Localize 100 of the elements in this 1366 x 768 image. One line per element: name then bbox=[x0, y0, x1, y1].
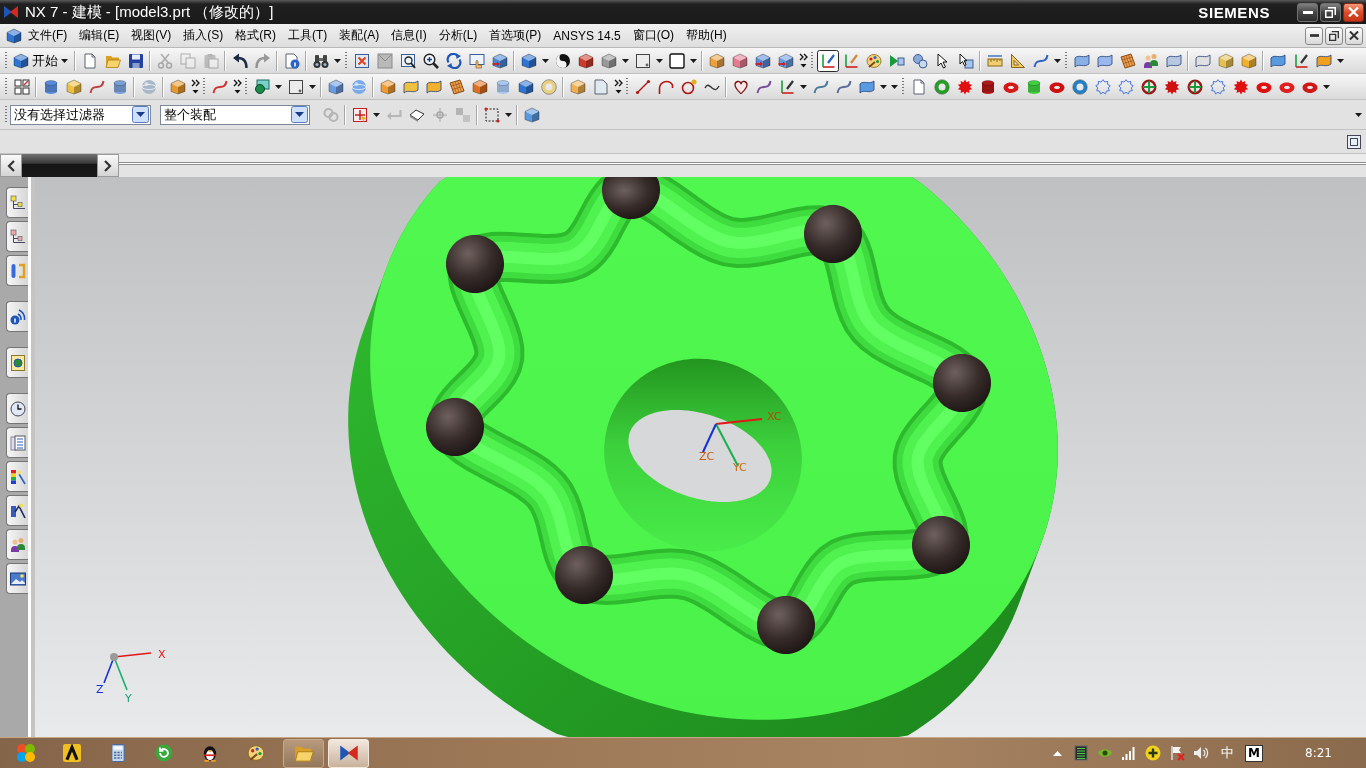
overflow-chevron-icon[interactable] bbox=[798, 53, 808, 68]
calculator-icon[interactable] bbox=[109, 744, 127, 762]
grid-tile-icon[interactable] bbox=[448, 78, 465, 95]
app-logo-icon[interactable] bbox=[338, 743, 359, 763]
flag-icon[interactable] bbox=[1169, 745, 1186, 761]
cube-icon[interactable] bbox=[327, 78, 344, 95]
cube-arrow-icon[interactable] bbox=[491, 52, 508, 69]
minimize-button[interactable] bbox=[1297, 2, 1318, 22]
surface-icon[interactable] bbox=[1073, 52, 1090, 69]
menu-item[interactable]: 装配(A) bbox=[333, 24, 386, 47]
curve-icon[interactable] bbox=[1032, 52, 1049, 69]
people-icon[interactable] bbox=[9, 536, 26, 553]
zoom-in-icon[interactable] bbox=[422, 52, 439, 69]
chevron-right-icon[interactable] bbox=[104, 159, 112, 172]
gear-icon[interactable] bbox=[956, 78, 973, 95]
axes-pencil-icon[interactable] bbox=[778, 78, 795, 95]
taskbar-button[interactable] bbox=[283, 738, 324, 768]
gear-outline-icon[interactable] bbox=[1209, 78, 1226, 95]
surface-icon[interactable] bbox=[402, 78, 419, 95]
input-language-indicator[interactable]: 中 bbox=[1213, 744, 1242, 762]
arc-icon[interactable] bbox=[657, 78, 674, 95]
line-icon[interactable] bbox=[634, 78, 651, 95]
caret-icon[interactable] bbox=[1337, 58, 1344, 63]
window-magnifier-icon[interactable] bbox=[399, 52, 416, 69]
caret-icon[interactable] bbox=[1323, 84, 1330, 89]
chevron-logo-icon[interactable] bbox=[63, 744, 81, 762]
menu-item[interactable]: 视图(V) bbox=[125, 24, 178, 47]
document-tab[interactable] bbox=[22, 154, 97, 177]
cube-icon[interactable] bbox=[1217, 52, 1234, 69]
square-icon[interactable] bbox=[668, 52, 685, 69]
square-circle-icon[interactable] bbox=[253, 78, 270, 95]
graphics-area[interactable]: XC YC ZC X Y Z bbox=[35, 177, 1366, 737]
people-icon[interactable] bbox=[1142, 52, 1159, 69]
palette-icon[interactable] bbox=[865, 52, 882, 69]
ring-icon[interactable] bbox=[933, 78, 950, 95]
new-page-icon[interactable] bbox=[81, 52, 98, 69]
curve-icon[interactable] bbox=[835, 78, 852, 95]
restore-icon[interactable] bbox=[1329, 30, 1339, 41]
restore-button[interactable] bbox=[1325, 26, 1343, 45]
wheel-icon[interactable] bbox=[1140, 78, 1157, 95]
curve-icon[interactable] bbox=[812, 78, 829, 95]
caret-icon[interactable] bbox=[309, 84, 316, 89]
caret-icon[interactable] bbox=[1054, 58, 1061, 63]
menu-item[interactable]: ANSYS 14.5 bbox=[547, 24, 627, 47]
rotate-icon[interactable] bbox=[445, 52, 462, 69]
overflow-chevron-icon[interactable] bbox=[232, 79, 242, 94]
cylinder-icon[interactable] bbox=[42, 78, 59, 95]
ring-icon[interactable] bbox=[540, 78, 557, 95]
curve-icon[interactable] bbox=[88, 78, 105, 95]
cursor-box-icon[interactable] bbox=[957, 52, 974, 69]
heart-icon[interactable] bbox=[732, 78, 749, 95]
type-filter-dropdown[interactable]: 没有选择过滤器 bbox=[10, 104, 151, 125]
start-button[interactable]: 开始 bbox=[10, 49, 72, 72]
cube-arrow-icon[interactable] bbox=[777, 52, 794, 69]
square-icon[interactable] bbox=[287, 78, 304, 95]
list-icon[interactable] bbox=[9, 434, 26, 451]
minimize-button[interactable] bbox=[1305, 26, 1323, 45]
refresh-circle-icon[interactable] bbox=[155, 744, 173, 762]
axes-pencil-icon[interactable] bbox=[1292, 52, 1309, 69]
speaker-icon[interactable] bbox=[1193, 745, 1210, 761]
chevron-left-icon[interactable] bbox=[7, 159, 15, 172]
ruler-icon[interactable] bbox=[986, 52, 1003, 69]
resource-tab[interactable] bbox=[6, 563, 28, 594]
cube-icon[interactable] bbox=[471, 78, 488, 95]
caret-icon[interactable] bbox=[505, 112, 512, 117]
square-icon[interactable] bbox=[634, 52, 651, 69]
web-page-icon[interactable] bbox=[9, 354, 26, 371]
circle-icon[interactable] bbox=[680, 78, 697, 95]
box-x-icon[interactable] bbox=[353, 52, 370, 69]
clock[interactable]: 8:21 bbox=[1305, 746, 1332, 760]
cube-icon[interactable] bbox=[379, 78, 396, 95]
minimize-icon[interactable] bbox=[1302, 10, 1313, 14]
minimize-icon[interactable] bbox=[1309, 34, 1319, 37]
surface-icon[interactable] bbox=[1269, 52, 1286, 69]
caret-icon[interactable] bbox=[373, 112, 380, 117]
restore-button[interactable] bbox=[1320, 2, 1341, 22]
resource-tab[interactable] bbox=[6, 393, 28, 424]
surface-icon[interactable] bbox=[858, 78, 875, 95]
crosshair-icon[interactable] bbox=[351, 106, 368, 123]
tree-icon[interactable] bbox=[9, 228, 26, 245]
menu-item[interactable]: 首选项(P) bbox=[483, 24, 548, 47]
resource-tab[interactable] bbox=[6, 221, 28, 252]
surface-icon[interactable] bbox=[1165, 52, 1182, 69]
cube-icon[interactable] bbox=[169, 78, 186, 95]
cylinder-icon[interactable] bbox=[979, 78, 996, 95]
menu-item[interactable]: 工具(T) bbox=[282, 24, 334, 47]
cube-icon[interactable] bbox=[6, 27, 22, 44]
page-icon[interactable] bbox=[910, 78, 927, 95]
document-info-icon[interactable] bbox=[283, 52, 300, 69]
cube-icon[interactable] bbox=[517, 78, 534, 95]
menu-item[interactable]: 帮助(H) bbox=[680, 24, 733, 47]
resource-tab[interactable] bbox=[6, 461, 28, 492]
surface-icon[interactable] bbox=[1096, 52, 1113, 69]
caret-icon[interactable] bbox=[800, 84, 807, 89]
wand-icon[interactable] bbox=[9, 502, 26, 519]
cube-icon[interactable] bbox=[600, 52, 617, 69]
grid-tile-icon[interactable] bbox=[1119, 52, 1136, 69]
surface-icon[interactable] bbox=[1315, 52, 1332, 69]
color-bar-icon[interactable] bbox=[9, 468, 26, 485]
gear-outline-icon[interactable] bbox=[1117, 78, 1134, 95]
